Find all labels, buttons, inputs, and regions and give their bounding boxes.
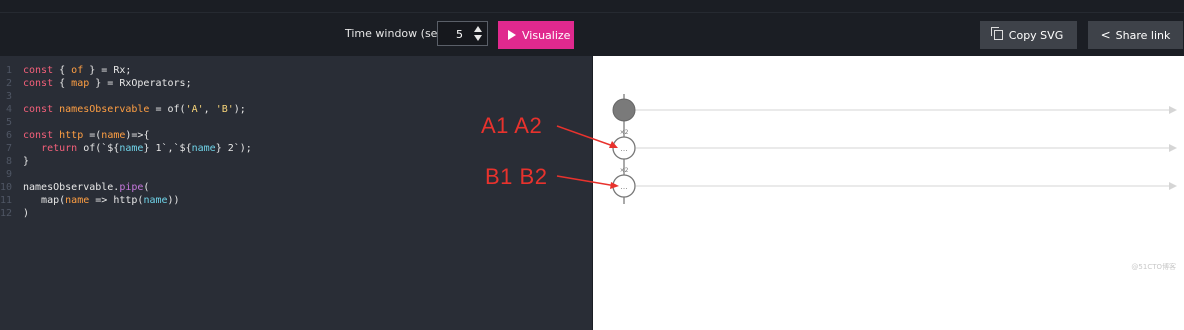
watermark: @51CTO博客 <box>1131 263 1176 271</box>
annotation-arrow-b <box>556 175 617 187</box>
arrow-head-icon <box>610 182 619 189</box>
annotation-arrows <box>556 125 619 189</box>
annotation-arrow-a <box>556 125 617 148</box>
